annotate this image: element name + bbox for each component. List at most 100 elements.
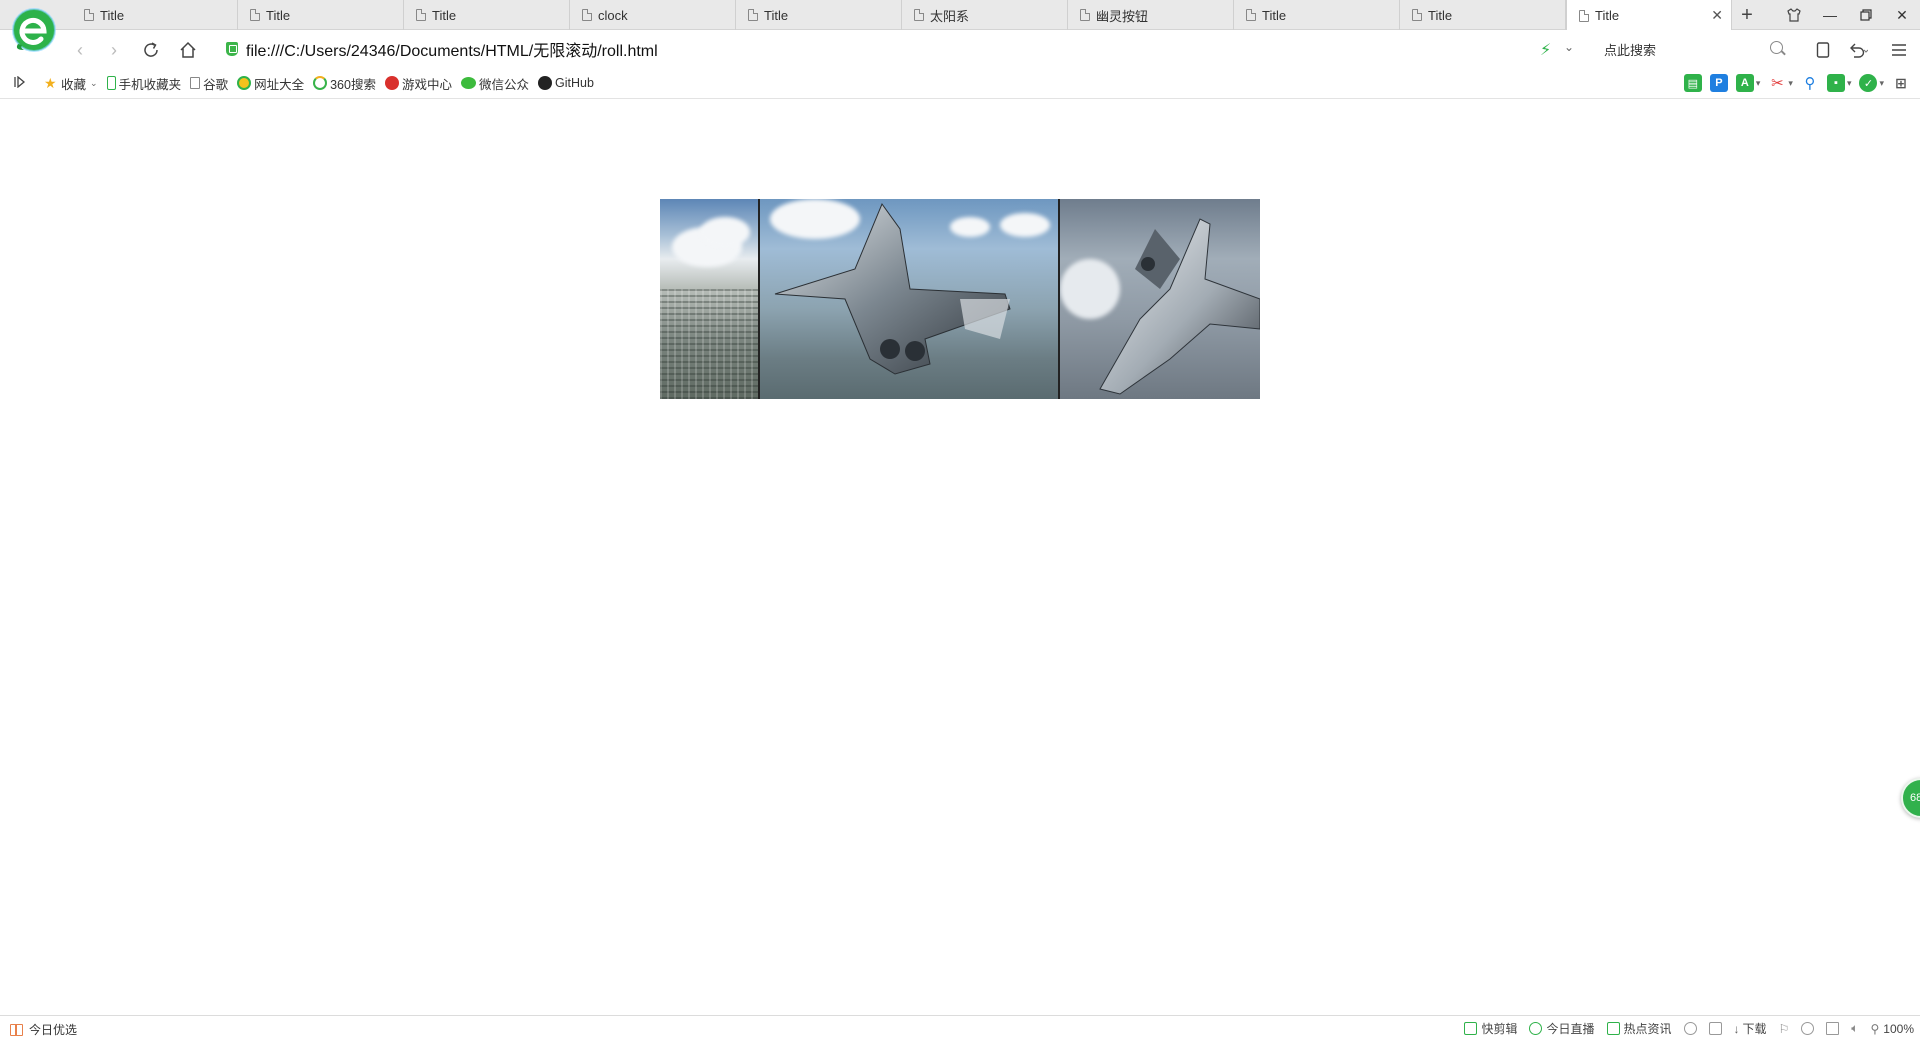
reader-icon[interactable]: ▤ [1683,74,1702,92]
tab-strip: Title Title Title clock Title 太阳系 幽灵按钮 T… [0,0,1920,31]
chevron-down-icon[interactable]: ▾ [1879,78,1884,89]
gamepad-icon[interactable]: ▪ [1826,74,1845,92]
undo-icon[interactable] [1846,38,1870,62]
page-icon [748,9,758,21]
fighter-jet-graphic [774,202,1011,375]
badge-text: 68 [1910,792,1920,804]
sidebar-toggle-icon[interactable] [14,75,26,91]
status-video-edit[interactable]: 快剪辑 [1464,1020,1517,1037]
bookmark-game-center[interactable]: 游戏中心 [384,74,452,93]
bookmark-360-search[interactable]: 360搜索 [313,74,376,93]
video-edit-icon [1464,1022,1478,1035]
chevron-down-icon[interactable]: ▾ [1847,78,1852,89]
forward-arrow-icon[interactable]: › [102,38,126,62]
status-live[interactable]: 今日直播 [1529,1020,1595,1037]
search-placeholder: 点此搜索 [1604,42,1657,58]
tab-label: Title [1428,7,1453,23]
menu-icon[interactable] [1887,38,1911,62]
tab[interactable]: clock [570,0,736,30]
zoom-control[interactable]: ⚲ 100% [1871,1022,1915,1036]
live-icon [1529,1022,1543,1035]
chevron-down-icon[interactable]: ▾ [1756,78,1761,89]
page-icon [84,9,94,21]
bookmark-site-directory[interactable]: 网址大全 [237,74,304,93]
search-icon[interactable] [1770,41,1783,54]
sound-icon[interactable]: 🔈︎ [1851,1021,1858,1036]
status-item-label: 快剪辑 [1481,1022,1518,1036]
tab[interactable]: Title [404,0,570,30]
speed-mode-icon[interactable]: ⚡ [1540,40,1551,60]
shield-icon[interactable]: ✓ [1859,74,1878,92]
restore-button[interactable] [1848,0,1884,30]
bookmark-mobile-favorites[interactable]: 手机收藏夹 [106,74,181,93]
fighter-jet-graphic [1099,218,1260,395]
360-browser-logo-icon[interactable] [10,6,58,54]
skin-icon[interactable] [1776,0,1812,30]
download-button[interactable]: ↓ 下载 [1734,1020,1767,1037]
apps-grid-icon[interactable]: ⊞ [1892,74,1910,92]
globe-icon [237,76,252,90]
reload-icon[interactable] [139,38,163,62]
minimize-button[interactable]: — [1812,0,1848,30]
accelerate-icon[interactable] [1683,1022,1697,1035]
flag-icon[interactable]: ⚐ [1779,1022,1790,1036]
window-icon[interactable] [1826,1022,1840,1035]
magnifier-icon[interactable]: ⚲ [1801,74,1819,92]
image-carousel [660,199,1260,399]
download-arrow-icon: ↓ [1733,1021,1740,1036]
page-icon [1412,9,1422,21]
status-item-label: 热点资讯 [1623,1022,1672,1036]
tab[interactable]: 幽灵按钮 [1068,0,1234,30]
tab[interactable]: Title [238,0,404,30]
page-icon [190,77,201,89]
close-window-button[interactable]: ✕ [1884,0,1920,30]
pin-icon-shape [1708,1022,1722,1035]
ie-mode-icon[interactable] [1801,1022,1815,1035]
download-label: 下载 [1742,1022,1767,1036]
today-picks-link[interactable]: 今日优选 [10,1021,77,1038]
chevron-down-icon[interactable]: ▾ [1788,78,1793,89]
p-extension-icon[interactable]: P [1709,74,1728,92]
tab-label: Title [1595,8,1620,23]
wechat-icon [460,77,476,89]
tab[interactable]: Title [1234,0,1400,30]
new-tab-button[interactable]: + [1734,2,1760,28]
home-icon[interactable] [176,38,200,62]
search-input[interactable]: 点此搜索 [1596,36,1782,62]
status-bar: 今日优选 快剪辑 今日直播 热点资讯 ↓ 下载 ⚐ 🔈︎ ⚲ 100% [0,1015,1920,1040]
scissors-icon[interactable]: ✂ [1768,74,1786,92]
city-clouds-slide [660,199,760,399]
url-text[interactable]: file:///C:/Users/24346/Documents/HTML/无限… [246,37,658,61]
window-icon-shape [1826,1022,1840,1035]
bookmark-label: 谷歌 [203,77,229,92]
window-controls: — ✕ [1776,0,1920,30]
tab[interactable]: 太阳系 [902,0,1068,30]
bookmark-wechat[interactable]: 微信公众 [460,74,529,93]
tab[interactable]: Title [1400,0,1566,30]
bookmark-label: 网址大全 [254,77,305,92]
address-bar-row: ‹ › file:///C:/Users/24346/Documents/HTM… [0,30,1920,68]
close-tab-icon[interactable]: ✕ [1711,7,1723,24]
bookmark-favorites[interactable]: ★ 收藏 ⌄ [44,74,98,93]
back-arrow-icon[interactable]: ‹ [68,38,92,62]
tab-label: Title [432,7,457,23]
tab-active[interactable]: Title ✕ [1566,0,1732,31]
url-field[interactable]: file:///C:/Users/24346/Documents/HTML/无限… [226,38,658,60]
city-ground-shape [660,289,758,399]
tab-label: 太阳系 [930,8,970,24]
tab-list: Title Title Title clock Title 太阳系 幽灵按钮 T… [72,0,1732,31]
pin-icon[interactable] [1708,1022,1722,1035]
bookmark-google[interactable]: 谷歌 [190,74,228,93]
ie-mode-icon-shape [1801,1022,1815,1035]
status-news[interactable]: 热点资讯 [1606,1020,1672,1037]
translate-icon[interactable]: A [1735,74,1754,92]
bookmark-page-icon[interactable] [1811,38,1835,62]
chevron-down-icon[interactable]: ⌄ [90,78,98,89]
zoom-icon: ⚲ [1870,1021,1880,1036]
tab[interactable]: Title [736,0,902,30]
chevron-down-icon[interactable]: ⌄ [1564,40,1574,54]
star-icon: ★ [44,75,57,91]
bookmark-github[interactable]: GitHub [538,76,594,90]
tab[interactable]: Title [72,0,238,30]
bookmark-label: GitHub [555,76,594,90]
